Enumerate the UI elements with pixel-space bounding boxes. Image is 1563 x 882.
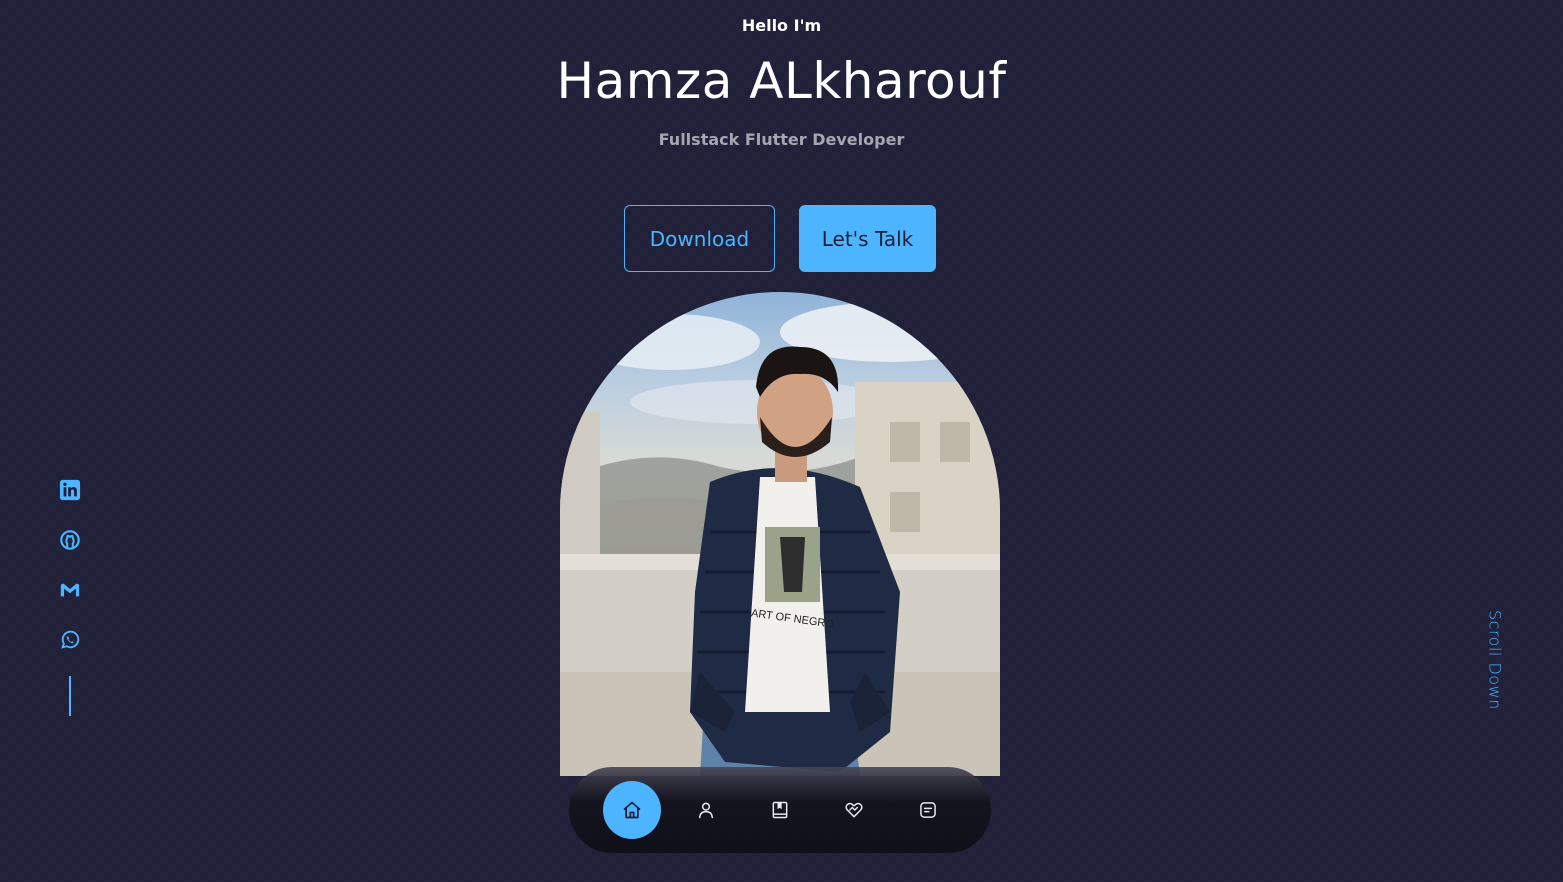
hero-name: Hamza ALkharouf xyxy=(556,52,1007,110)
home-icon[interactable] xyxy=(603,781,661,839)
github-icon[interactable] xyxy=(58,528,82,552)
social-links xyxy=(58,478,82,716)
linkedin-icon[interactable] xyxy=(58,478,82,502)
greeting: Hello I'm xyxy=(741,16,822,35)
services-icon[interactable] xyxy=(825,781,883,839)
profile-photo: ART OF NEGRO xyxy=(560,292,1000,776)
user-icon[interactable] xyxy=(677,781,735,839)
hero-role: Fullstack Flutter Developer xyxy=(658,130,905,149)
bottom-nav xyxy=(569,767,991,853)
download-button[interactable]: Download xyxy=(624,205,775,272)
whatsapp-icon[interactable] xyxy=(58,628,82,652)
social-divider-line xyxy=(69,676,71,716)
lets-talk-button[interactable]: Let's Talk xyxy=(799,205,936,272)
message-icon[interactable] xyxy=(899,781,957,839)
gmail-icon[interactable] xyxy=(58,578,82,602)
book-icon[interactable] xyxy=(751,781,809,839)
scroll-down-label: Scroll Down xyxy=(1485,610,1505,710)
scroll-down-link[interactable]: Scroll Down xyxy=(1470,610,1520,720)
